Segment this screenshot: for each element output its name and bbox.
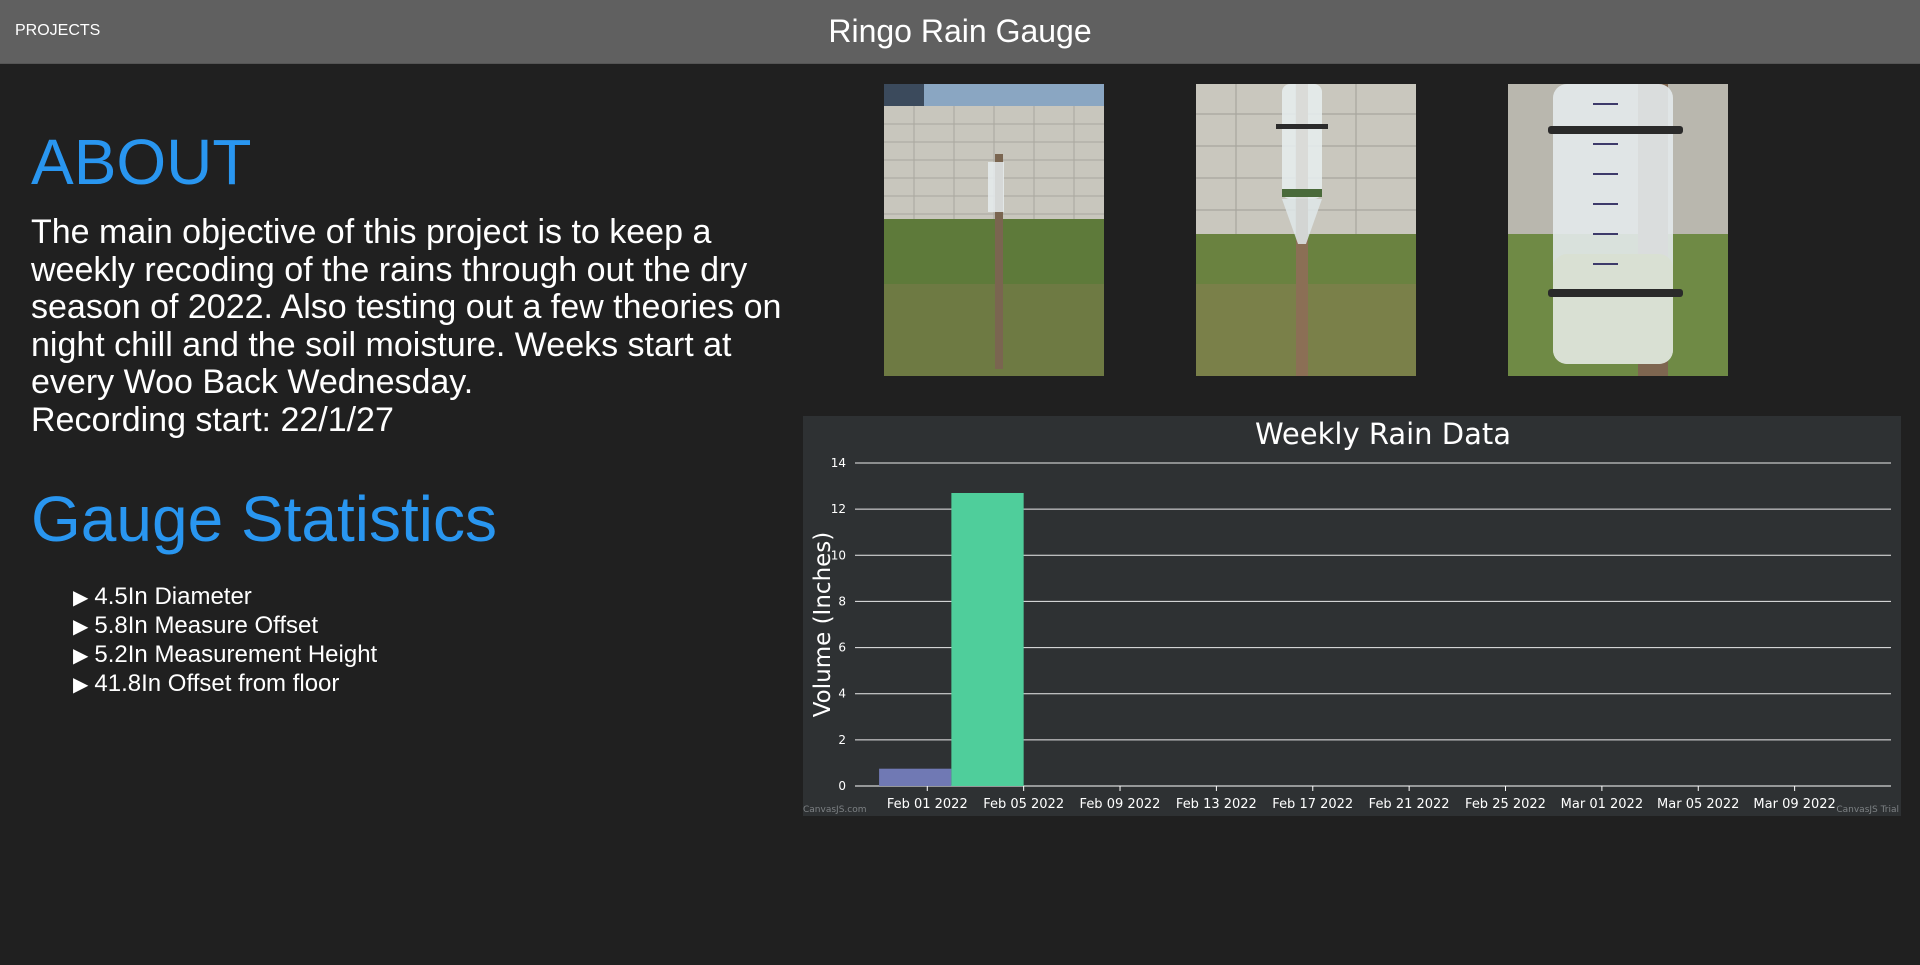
x-tick-label: Feb 21 2022 [1369,797,1450,812]
stat-item-text: 41.8In Offset from floor [94,670,340,697]
x-tick-label: Feb 17 2022 [1272,797,1353,812]
info-column: ABOUT The main objective of this project… [31,126,801,699]
chart-title: Weekly Rain Data [1255,417,1511,451]
x-tick-label: Feb 25 2022 [1465,797,1546,812]
x-tick-label: Feb 05 2022 [983,797,1064,812]
stat-item: ▶ 4.5In Diameter [73,583,801,612]
chart-canvas: Weekly Rain Data02468101214Volume (Inche… [803,417,1899,815]
rain-gauge-photo-wide [884,84,1104,376]
stat-item-text: 5.8In Measure Offset [94,612,319,639]
about-description: The main objective of this project is to… [31,213,782,401]
gauge-statistics-list: ▶ 4.5In Diameter ▶ 5.8In Measure Offset ▶ 5… [31,583,801,699]
y-tick-label: 6 [838,641,846,655]
x-tick-label: Feb 13 2022 [1176,797,1257,812]
y-axis-label: Volume (Inches) [810,532,836,718]
rain-bar [879,768,952,786]
triangle-bullet-icon: ▶ [73,616,89,638]
stat-item-text: 5.2In Measurement Height [94,641,378,668]
x-tick-label: Feb 01 2022 [887,797,968,812]
stat-item: ▶ 5.2In Measurement Height [73,641,801,670]
about-heading: ABOUT [31,126,252,198]
x-tick-label: Mar 05 2022 [1657,797,1739,812]
rain-gauge-photo-mid [1196,84,1416,376]
y-tick-label: 14 [831,456,846,470]
about-text: The main objective of this project is to… [31,213,801,439]
chart-credit-right: CanvasJS Trial [1836,805,1899,815]
y-tick-label: 8 [838,594,846,608]
y-tick-label: 0 [838,779,846,793]
triangle-bullet-icon: ▶ [73,587,89,609]
top-navigation-bar: PROJECTS Ringo Rain Gauge [0,0,1920,64]
rain-bar [951,492,1024,786]
rain-gauge-photo-closeup [1508,84,1728,376]
recording-start: Recording start: 22/1/27 [31,400,394,439]
stat-item: ▶ 41.8In Offset from floor [73,670,801,699]
y-tick-label: 12 [831,502,846,516]
y-tick-label: 2 [838,733,846,747]
x-tick-label: Mar 09 2022 [1753,797,1835,812]
x-tick-label: Mar 01 2022 [1561,797,1643,812]
y-tick-label: 4 [838,687,846,701]
x-tick-label: Feb 09 2022 [1080,797,1161,812]
stat-item-text: 4.5In Diameter [94,583,252,610]
site-title: Ringo Rain Gauge [828,13,1092,49]
stat-item: ▶ 5.8In Measure Offset [73,612,801,641]
triangle-bullet-icon: ▶ [73,645,89,667]
gauge-statistics-heading: Gauge Statistics [31,483,497,555]
triangle-bullet-icon: ▶ [73,674,89,696]
weekly-rain-chart: Weekly Rain Data 0 2 4 6 8 10 12 14 Volume (Inche… [803,416,1901,816]
chart-credit-left: CanvasJS.com [803,805,866,815]
